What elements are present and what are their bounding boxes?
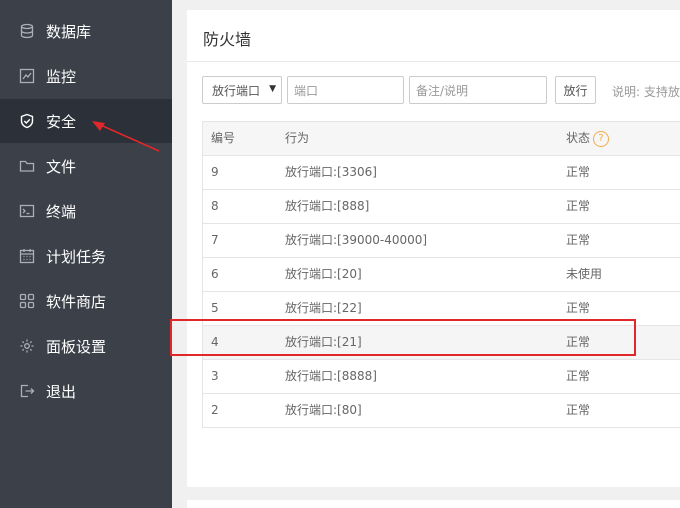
- caret-down-icon: ▼: [269, 84, 276, 94]
- row-id: 9: [211, 165, 219, 179]
- row-id: 7: [211, 233, 219, 247]
- table-row: 8 放行端口:[888] 正常: [203, 190, 680, 224]
- header-status-label: 状态: [566, 131, 591, 145]
- sidebar-item-terminal[interactable]: 终端: [0, 189, 172, 233]
- monitor-icon: [19, 68, 35, 84]
- row-action: 放行端口:[20]: [285, 267, 362, 281]
- shield-icon: [19, 113, 35, 129]
- sidebar-item-label: 面板设置: [46, 337, 107, 356]
- row-status: 正常: [566, 369, 591, 383]
- allow-button[interactable]: 放行: [555, 76, 596, 104]
- sidebar-item-label: 软件商店: [46, 292, 107, 311]
- highlight-box: [170, 319, 636, 356]
- terminal-icon: [19, 203, 35, 219]
- firewall-table: 编号 行为 状态? 9 放行端口:[3306] 正常 8 放行端口:[888] …: [202, 121, 680, 428]
- row-id: 3: [211, 369, 219, 383]
- row-id: 2: [211, 403, 219, 417]
- table-row: 7 放行端口:[39000-40000] 正常: [203, 224, 680, 258]
- secondary-panel: [187, 500, 680, 508]
- header-action: 行为: [285, 131, 310, 145]
- rule-type-select[interactable]: 放行端口 ▼: [202, 76, 282, 104]
- sidebar-item-cron[interactable]: 计划任务: [0, 234, 172, 278]
- row-action: 放行端口:[39000-40000]: [285, 233, 428, 247]
- row-status: 正常: [566, 165, 591, 179]
- sidebar-item-label: 数据库: [46, 22, 92, 41]
- sidebar-item-label: 文件: [46, 157, 77, 176]
- sidebar-item-label: 终端: [46, 202, 77, 221]
- sidebar-item-logout[interactable]: 退出: [0, 369, 172, 413]
- annotation-arrow: [92, 121, 160, 152]
- firewall-panel: 防火墙 放行端口 ▼ 端口 备注/说明 放行 说明: 支持放 编号 行为 状态?…: [187, 10, 680, 487]
- row-status: 未使用: [566, 267, 603, 281]
- note-input[interactable]: 备注/说明: [409, 76, 547, 104]
- sidebar-item-settings[interactable]: 面板设置: [0, 324, 172, 368]
- page-title: 防火墙: [203, 30, 252, 49]
- gear-icon: [19, 338, 35, 354]
- sidebar-item-label: 安全: [46, 112, 77, 131]
- rule-type-value: 放行端口: [212, 83, 261, 98]
- header-id: 编号: [211, 131, 236, 145]
- row-action: 放行端口:[8888]: [285, 369, 377, 383]
- table-row: 2 放行端口:[80] 正常: [203, 394, 680, 428]
- hint-text: 说明: 支持放: [612, 85, 680, 99]
- header-status: 状态?: [566, 122, 610, 155]
- table-header: 编号 行为 状态?: [203, 122, 680, 156]
- sidebar-item-label: 监控: [46, 67, 77, 86]
- row-status: 正常: [566, 233, 591, 247]
- row-status: 正常: [566, 403, 591, 417]
- divider: [187, 61, 680, 62]
- port-input[interactable]: 端口: [287, 76, 404, 104]
- sidebar-item-database[interactable]: 数据库: [0, 9, 172, 53]
- row-action: 放行端口:[3306]: [285, 165, 377, 179]
- port-placeholder: 端口: [294, 83, 319, 98]
- calendar-icon: [19, 248, 35, 264]
- database-icon: [19, 23, 35, 39]
- row-action: 放行端口:[888]: [285, 199, 370, 213]
- table-row: 3 放行端口:[8888] 正常: [203, 360, 680, 394]
- sidebar-item-label: 退出: [46, 382, 77, 401]
- sidebar: 数据库 监控 安全 文件 终端 计划任务 软件商店 面板设置 退出: [0, 0, 172, 508]
- grid-icon: [19, 293, 35, 309]
- sidebar-item-label: 计划任务: [46, 247, 107, 266]
- help-icon[interactable]: ?: [593, 130, 610, 147]
- row-id: 6: [211, 267, 219, 281]
- sidebar-item-store[interactable]: 软件商店: [0, 279, 172, 323]
- row-action: 放行端口:[80]: [285, 403, 362, 417]
- sidebar-item-monitor[interactable]: 监控: [0, 54, 172, 98]
- logout-icon: [19, 383, 35, 399]
- table-row: 6 放行端口:[20] 未使用: [203, 258, 680, 292]
- row-status: 正常: [566, 199, 591, 213]
- folder-icon: [19, 158, 35, 174]
- table-row: 9 放行端口:[3306] 正常: [203, 156, 680, 190]
- note-placeholder: 备注/说明: [416, 83, 469, 98]
- row-id: 8: [211, 199, 219, 213]
